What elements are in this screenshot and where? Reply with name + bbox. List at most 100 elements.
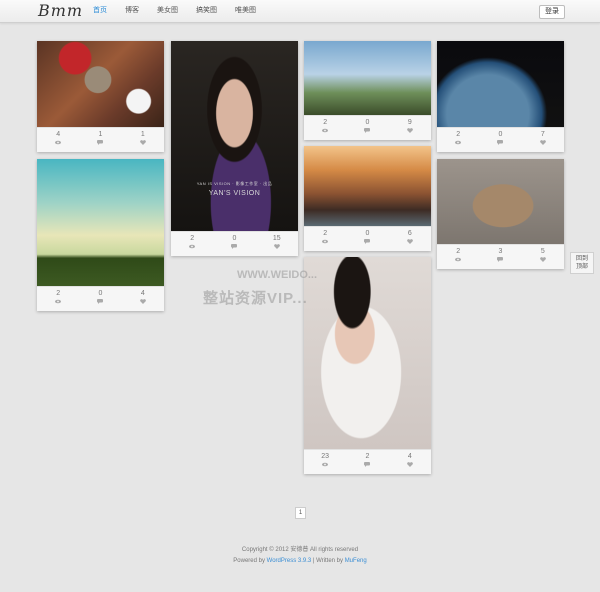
view-count-value: 2 — [456, 131, 461, 138]
photo-image[interactable] — [437, 41, 564, 127]
eye-icon — [322, 128, 329, 133]
card-stats: 2 0 15 — [171, 231, 298, 256]
view-count-value: 4 — [56, 131, 61, 138]
nav-item-aesthetic[interactable]: 唯美图 — [226, 0, 265, 22]
photo-image[interactable] — [304, 41, 431, 115]
heart-icon — [539, 140, 546, 145]
view-count-value: 2 — [456, 248, 461, 255]
comment-icon — [97, 140, 104, 145]
photo-image[interactable]: YAN IS VISION · 影像工作室 · 出品 YAN'S VISION — [171, 41, 298, 231]
like-count[interactable]: 4 — [395, 450, 425, 467]
comment-count[interactable]: 0 — [219, 232, 249, 249]
footer-powered-prefix: Powered by — [233, 558, 265, 564]
like-count[interactable]: 4 — [128, 287, 158, 304]
like-count[interactable]: 6 — [395, 227, 425, 244]
comment-icon — [231, 244, 238, 249]
footer-copyright: Copyright © 2012 安德普 All rights reserved — [241, 547, 359, 553]
watermark-url: WWW.WEIDO... — [237, 269, 318, 281]
photo-card[interactable]: 4 1 1 — [37, 41, 164, 152]
back-to-top-label-1: 回到 — [575, 256, 588, 262]
like-count-value: 4 — [140, 290, 145, 297]
like-count[interactable]: 1 — [128, 128, 158, 145]
view-count[interactable]: 2 — [310, 227, 340, 244]
photo-caption-small: YAN IS VISION · 影像工作室 · 出品 — [196, 181, 273, 186]
photo-card[interactable]: YAN IS VISION · 影像工作室 · 出品 YAN'S VISION … — [171, 41, 298, 256]
footer-powered: Powered by WordPress 3.9.3 | Written by … — [0, 556, 600, 567]
like-count[interactable]: 7 — [528, 128, 558, 145]
card-stats: 23 2 4 — [304, 449, 431, 474]
heart-icon — [139, 299, 146, 304]
view-count[interactable]: 2 — [43, 287, 73, 304]
heart-icon — [406, 462, 413, 467]
eye-icon — [55, 140, 62, 145]
footer-written-prefix: | Written by — [312, 558, 344, 564]
photo-card[interactable]: 2 3 5 — [437, 159, 564, 269]
like-count[interactable]: 15 — [262, 232, 292, 249]
photo-image[interactable] — [37, 159, 164, 286]
nav-item-funny[interactable]: 搞笑图 — [187, 0, 226, 22]
comment-count-value: 2 — [365, 453, 370, 460]
like-count[interactable]: 9 — [395, 116, 425, 133]
like-count-value: 7 — [540, 131, 545, 138]
card-stats: 2 0 9 — [304, 115, 431, 140]
comment-icon — [364, 239, 371, 244]
heart-icon — [539, 257, 546, 262]
nav-item-blog[interactable]: 博客 — [116, 0, 148, 22]
view-count[interactable]: 2 — [443, 245, 473, 262]
eye-icon — [55, 299, 62, 304]
photo-caption: YAN'S VISION — [208, 190, 261, 197]
back-to-top-label-2: 顶部 — [575, 264, 588, 270]
comment-count[interactable]: 2 — [352, 450, 382, 467]
like-count-value: 4 — [407, 453, 412, 460]
view-count[interactable]: 23 — [310, 450, 340, 467]
wordpress-link[interactable]: WordPress 3.9.3 — [267, 558, 312, 564]
top-bar: Bmm 首页 博客 美女图 搞笑图 唯美图 登录 — [0, 0, 600, 23]
comment-count-value: 0 — [98, 290, 103, 297]
page-number-current[interactable]: 1 — [295, 507, 306, 519]
like-count-value: 9 — [407, 119, 412, 126]
back-to-top-button[interactable]: 回到 顶部 — [570, 252, 594, 274]
login-button[interactable]: 登录 — [539, 5, 565, 19]
comment-icon — [97, 299, 104, 304]
view-count-value: 2 — [323, 119, 328, 126]
comment-icon — [497, 257, 504, 262]
nav-item-home[interactable]: 首页 — [84, 0, 116, 22]
like-count[interactable]: 5 — [528, 245, 558, 262]
photo-image[interactable] — [437, 159, 564, 244]
photo-card[interactable]: 2 0 6 — [304, 146, 431, 251]
comment-count[interactable]: 0 — [485, 128, 515, 145]
photo-image[interactable] — [304, 257, 431, 449]
author-link[interactable]: MuFeng — [345, 558, 367, 564]
photo-card[interactable]: 2 0 9 — [304, 41, 431, 140]
comment-count[interactable]: 3 — [485, 245, 515, 262]
view-count[interactable]: 2 — [443, 128, 473, 145]
comment-count[interactable]: 0 — [352, 116, 382, 133]
comment-count-value: 1 — [98, 131, 103, 138]
like-count-value: 5 — [540, 248, 545, 255]
comment-count-value: 0 — [365, 230, 370, 237]
watermark-text: 整站资源VIP... — [203, 290, 308, 307]
comment-count[interactable]: 0 — [352, 227, 382, 244]
comment-count-value: 0 — [498, 131, 503, 138]
view-count[interactable]: 2 — [177, 232, 207, 249]
like-count-value: 15 — [272, 235, 281, 242]
site-logo[interactable]: Bmm — [38, 1, 83, 20]
photo-image[interactable] — [304, 146, 431, 226]
eye-icon — [455, 257, 462, 262]
like-count-value: 1 — [140, 131, 145, 138]
photo-card[interactable]: 2 0 7 — [437, 41, 564, 152]
card-stats: 4 1 1 — [37, 127, 164, 152]
comment-count-value: 3 — [498, 248, 503, 255]
nav-item-beauty[interactable]: 美女图 — [148, 0, 187, 22]
view-count-value: 2 — [56, 290, 61, 297]
view-count[interactable]: 4 — [43, 128, 73, 145]
comment-count[interactable]: 0 — [85, 287, 115, 304]
comment-icon — [364, 462, 371, 467]
photo-card[interactable]: 2 0 4 — [37, 159, 164, 311]
view-count[interactable]: 2 — [310, 116, 340, 133]
comment-count[interactable]: 1 — [85, 128, 115, 145]
eye-icon — [189, 244, 196, 249]
view-count-value: 2 — [323, 230, 328, 237]
photo-image[interactable] — [37, 41, 164, 127]
photo-card[interactable]: 23 2 4 — [304, 257, 431, 474]
